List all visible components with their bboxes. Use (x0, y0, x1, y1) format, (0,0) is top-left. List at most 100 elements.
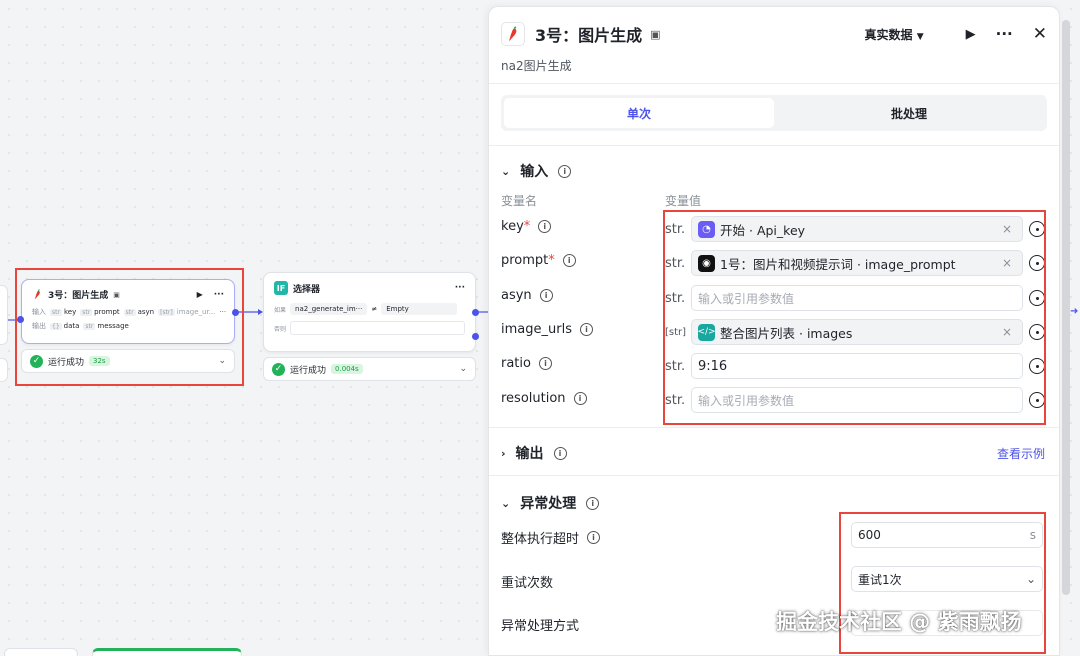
info-icon[interactable]: i (587, 531, 601, 544)
info-icon[interactable]: i (538, 220, 552, 233)
caret-down-icon: ▼ (916, 31, 924, 42)
output-port[interactable] (232, 309, 239, 316)
var-value-asyn[interactable]: 输入或引用参数值 (691, 285, 1023, 311)
success-icon: ✓ (272, 362, 285, 376)
if-icon: IF (274, 281, 288, 295)
type-tag[interactable]: str. (665, 359, 691, 374)
input-port[interactable] (17, 316, 24, 323)
panel-title[interactable]: 3号：图片生成 (535, 22, 642, 46)
clear-icon[interactable]: × (1002, 222, 1016, 236)
info-icon[interactable]: i (538, 357, 552, 370)
chevron-down-icon[interactable]: ⌄ (501, 497, 510, 510)
more-icon[interactable]: ··· (214, 290, 224, 300)
run-icon[interactable]: ▶ (966, 27, 976, 42)
chevron-down-icon[interactable]: ⌄ (501, 165, 510, 178)
tab-single[interactable]: 单次 (504, 98, 774, 128)
success-icon: ✓ (30, 354, 43, 368)
type-tag[interactable]: str. (665, 393, 691, 408)
exception-section-header[interactable]: ⌄ 异常处理 i (501, 493, 600, 513)
var-label-asyn: asyn i (501, 288, 553, 303)
dataset-select[interactable]: 真实数据 ▼ (865, 26, 924, 43)
run-node-icon[interactable]: ▶ (197, 290, 203, 299)
var-label-ratio: ratio i (501, 356, 552, 371)
var-value-ratio[interactable]: 9:16 (691, 353, 1023, 379)
more-icon[interactable]: ··· (996, 25, 1013, 43)
output-chip: str message (83, 322, 129, 330)
type-tag[interactable]: [str] (665, 327, 691, 338)
panel-subtitle[interactable]: na2图片生成 (501, 57, 572, 74)
chevron-down-icon[interactable]: ⌄ (459, 364, 467, 374)
info-icon[interactable]: i (579, 323, 593, 336)
placeholder-text: 输入或引用参数值 (698, 393, 795, 408)
timeout-input[interactable]: 600 s (851, 522, 1043, 548)
var-label-key: key* i (501, 219, 552, 234)
else-branch (290, 321, 465, 335)
mode-tabs: 单次 批处理 (501, 95, 1047, 131)
more-inputs-icon[interactable]: ··· (219, 308, 226, 316)
variable-reference-icon[interactable] (1029, 255, 1045, 271)
variable-reference-icon[interactable] (1029, 392, 1045, 408)
var-value-resolution[interactable]: 输入或引用参数值 (691, 387, 1023, 413)
clear-icon[interactable]: × (1002, 256, 1016, 270)
edge-arrow-icon: ➜ (1070, 306, 1079, 317)
tab-batch[interactable]: 批处理 (774, 98, 1044, 128)
retry-label: 重试次数 (501, 576, 554, 591)
chevron-right-icon[interactable]: › (501, 447, 506, 460)
info-icon[interactable]: i (586, 496, 600, 510)
input-chip: [str] image_ur... (158, 308, 216, 316)
bottom-node-stub (4, 648, 78, 656)
node-run-status[interactable]: ✓ 运行成功 32s ⌄ (21, 349, 235, 373)
info-icon[interactable]: i (553, 446, 567, 460)
output-chip: {} data (50, 322, 80, 330)
llm-icon: ◉ (698, 254, 715, 272)
retry-select[interactable]: 重试1次 ⌄ (851, 566, 1043, 592)
type-tag[interactable]: str. (665, 256, 691, 271)
variable-reference-icon[interactable] (1029, 324, 1045, 340)
run-time-badge: 32s (89, 356, 110, 366)
node-run-status[interactable]: ✓ 运行成功 0.004s ⌄ (263, 357, 476, 381)
input-section-header[interactable]: ⌄ 输入 i (501, 161, 572, 181)
view-example-link[interactable]: 查看示例 (997, 445, 1045, 462)
variable-reference-icon[interactable] (1029, 358, 1045, 374)
section-divider (489, 475, 1059, 476)
variable-reference-icon[interactable] (1029, 221, 1045, 237)
info-icon[interactable]: i (558, 164, 572, 178)
close-icon[interactable]: ✕ (1033, 24, 1047, 44)
tabs-divider (489, 145, 1059, 146)
var-value-prompt[interactable]: ◉ 1号：图片和视频提示词 · image_prompt × (691, 250, 1023, 276)
type-tag[interactable]: str. (665, 291, 691, 306)
var-row-resolution: str. 输入或引用参数值 (665, 387, 1045, 413)
chevron-down-icon[interactable]: ⌄ (218, 356, 226, 366)
more-icon[interactable]: ··· (455, 283, 465, 293)
outputs-label: 输出 (32, 322, 46, 330)
info-icon[interactable]: i (539, 289, 553, 302)
section-title: 输出 (515, 446, 544, 462)
node-tag-icon: ▣ (113, 290, 120, 299)
start-icon: ◔ (698, 220, 715, 238)
variable-reference-icon[interactable] (1029, 290, 1045, 306)
else-output-port[interactable] (472, 333, 479, 340)
watermark: 掘金技术社区 @ 紫雨飘扬 (776, 610, 1022, 634)
image-generation-node[interactable]: 3号：图片生成 ▣ ▶ ··· 输入 str key str prompt str a… (21, 279, 235, 344)
else-label: 否则 (274, 325, 287, 333)
var-row-ratio: str. 9:16 (665, 353, 1045, 379)
var-label-prompt: prompt* i (501, 253, 576, 268)
var-label-image-urls: image_urls i (501, 322, 593, 337)
condition-variable: na2_generate_im··· (290, 303, 368, 315)
if-output-port[interactable] (472, 309, 479, 316)
clear-icon[interactable]: × (1002, 325, 1016, 339)
selector-node[interactable]: IF 选择器 ··· 如果 na2_generate_im··· ≠ Empty… (263, 272, 476, 352)
run-time-badge: 0.004s (331, 364, 363, 374)
var-label-resolution: resolution i (501, 391, 587, 406)
output-section-header[interactable]: › 输出 i (501, 443, 567, 463)
panel-scrollbar[interactable] (1062, 20, 1070, 595)
retry-value: 重试1次 (858, 572, 902, 587)
var-row-asyn: str. 输入或引用参数值 (665, 285, 1045, 311)
var-value-image-urls[interactable]: </> 整合图片列表 · images × (691, 319, 1023, 345)
info-icon[interactable]: i (562, 254, 576, 267)
type-tag[interactable]: str. (665, 222, 691, 237)
info-icon[interactable]: i (573, 392, 587, 405)
node-config-panel: 3号：图片生成 ▣ 真实数据 ▼ ▶ ··· ✕ na2图片生成 单次 批处理 … (488, 6, 1060, 656)
bottom-node-stub (92, 648, 242, 656)
var-value-key[interactable]: ◔ 开始 · Api_key × (691, 216, 1023, 242)
